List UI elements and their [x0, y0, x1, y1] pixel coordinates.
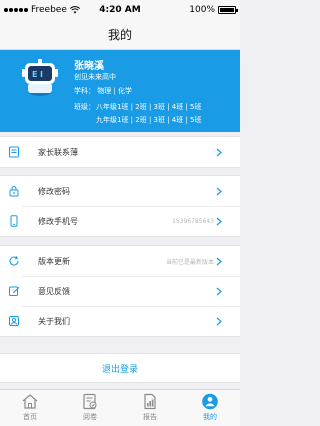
- chevron-right-icon: [216, 187, 222, 196]
- logout-button[interactable]: 退出登录: [0, 353, 240, 383]
- phone-icon: [10, 215, 18, 227]
- tab-home[interactable]: 首页: [0, 390, 60, 426]
- menu-item-feedback[interactable]: 意见反馈: [0, 276, 240, 306]
- menu-item-label: 意见反馈: [38, 286, 70, 296]
- menu-group-app: 版本更新 当前已是最新版本 意见反馈 关于我们: [0, 245, 240, 337]
- update-status-value: 当前已是最新版本: [165, 258, 214, 266]
- tab-grading[interactable]: 阅卷: [60, 390, 120, 426]
- info-person-icon: [9, 316, 19, 326]
- chevron-right-icon: [216, 217, 222, 226]
- phone-number-value: 15396785643: [172, 217, 214, 225]
- status-bar: Freebee 4:20 AM 100%: [0, 0, 240, 20]
- profile-name: 张晓溪: [74, 61, 104, 72]
- carrier-name: Freebee: [31, 5, 67, 15]
- chevron-right-icon: [216, 317, 222, 326]
- menu-group-contacts: 家长联系薄: [0, 136, 240, 168]
- menu-item-phone[interactable]: 修改手机号 15396785643: [0, 206, 240, 236]
- menu-item-label: 版本更新: [38, 256, 70, 266]
- tab-report[interactable]: 报告: [120, 390, 180, 426]
- tab-label: 我的: [203, 413, 217, 421]
- profile-classes: 班级： 八年级1班 | 2班 | 3班 | 4班 | 5班 九年级1班 | 2班…: [74, 100, 234, 126]
- page-title: 我的: [107, 28, 132, 42]
- menu-item-label: 家长联系薄: [38, 147, 78, 157]
- signal-icon: [4, 8, 28, 12]
- menu-item-about[interactable]: 关于我们: [0, 306, 240, 336]
- menu-item-contacts[interactable]: 家长联系薄: [0, 137, 240, 167]
- chevron-right-icon: [216, 287, 222, 296]
- home-icon: [22, 394, 38, 409]
- wifi-icon: [69, 6, 80, 14]
- robot-avatar-icon: E I: [22, 59, 58, 96]
- status-left: Freebee: [4, 5, 80, 15]
- tab-label: 首页: [23, 413, 37, 421]
- user-profile-icon: [202, 393, 218, 410]
- profile-header: E I 张晓溪 创见未来高中 学科： 物理 | 化学 班级： 八年级1班 | 2…: [0, 50, 240, 132]
- nav-bar: 我的: [0, 20, 240, 50]
- chevron-right-icon: [216, 257, 222, 266]
- tab-mine[interactable]: 我的: [180, 390, 240, 426]
- class-list: 九年级1班 | 2班 | 3班 | 4班 | 5班: [96, 115, 202, 124]
- svg-text:I: I: [40, 70, 43, 79]
- feedback-edit-icon: [9, 286, 20, 296]
- logout-label: 退出登录: [101, 364, 138, 375]
- menu-item-label: 修改手机号: [38, 216, 78, 226]
- lock-icon: [9, 186, 19, 197]
- class-row: 九年级1班 | 2班 | 3班 | 4班 | 5班: [74, 113, 234, 126]
- menu-item-label: 关于我们: [38, 316, 70, 326]
- menu-item-update[interactable]: 版本更新 当前已是最新版本: [0, 246, 240, 276]
- class-list: 八年级1班 | 2班 | 3班 | 4班 | 5班: [96, 102, 202, 111]
- menu-group-account: 修改密码 修改手机号 15396785643: [0, 175, 240, 237]
- menu-item-label: 修改密码: [38, 186, 70, 196]
- classes-label: 班级：: [74, 102, 95, 111]
- battery-percent: 100%: [189, 5, 215, 15]
- svg-text:E: E: [32, 70, 37, 79]
- grading-paper-icon: [83, 393, 97, 410]
- tab-label: 报告: [143, 413, 157, 421]
- tab-bar: 首页 阅卷 报告 我的: [0, 389, 240, 426]
- status-right: 100%: [189, 5, 238, 15]
- battery-icon: [218, 6, 238, 14]
- profile-subjects: 学科： 物理 | 化学: [74, 87, 133, 95]
- profile-school: 创见未来高中: [74, 73, 116, 81]
- tab-label: 阅卷: [83, 413, 97, 421]
- contact-book-icon: [9, 146, 19, 158]
- chevron-right-icon: [216, 148, 222, 157]
- menu-item-password[interactable]: 修改密码: [0, 176, 240, 206]
- report-chart-icon: [144, 393, 156, 410]
- class-row: 班级： 八年级1班 | 2班 | 3班 | 4班 | 5班: [74, 100, 234, 113]
- refresh-icon: [9, 256, 19, 266]
